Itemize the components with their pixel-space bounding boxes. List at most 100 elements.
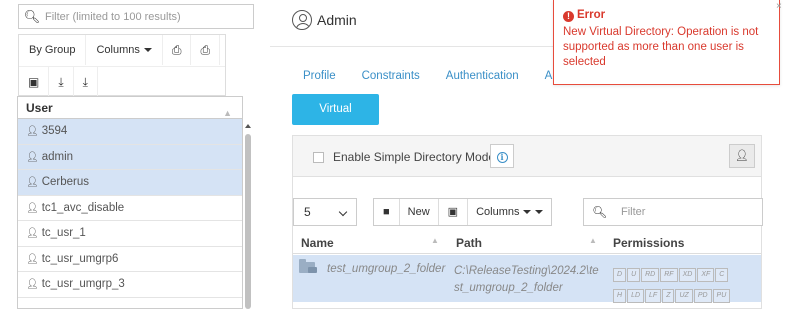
page-header: Admin — [292, 10, 357, 30]
sort-icon: ▲ — [223, 108, 232, 118]
perm-badge: LF — [645, 289, 662, 303]
tab-authentication[interactable]: Authentication — [446, 70, 519, 82]
page-size-value: 5 — [304, 205, 311, 219]
simple-mode-row: Enable Simple Directory Mode i 👤︎ — [293, 136, 761, 177]
new-button[interactable]: New — [400, 199, 439, 225]
user-row[interactable]: 👤︎ admin — [18, 144, 242, 170]
new-folder-icon[interactable]: ■ — [374, 199, 400, 225]
sort-icon[interactable]: ▲ — [431, 236, 439, 245]
export-icon[interactable]: ⎙ — [163, 35, 192, 65]
user-column-label: User — [26, 101, 53, 115]
user-list-scrollbar[interactable] — [244, 124, 252, 309]
columns-dropdown[interactable]: Columns — [86, 35, 163, 65]
perm-badge: H — [613, 289, 627, 303]
info-icon: i — [496, 152, 508, 163]
path-line-1: C:\ReleaseTesting\2024.2\te — [454, 265, 599, 277]
simple-mode-label: Enable Simple Directory Mode — [333, 150, 496, 164]
user-list: User ▲ 👤︎ 3594 👤︎ admin 👤︎ Cerberus 👤︎ tc1_a… — [17, 96, 243, 309]
info-button[interactable]: i — [490, 144, 514, 168]
perm-badge: PD — [693, 289, 712, 303]
perm-badge: PU — [712, 289, 731, 303]
user-filter-input[interactable]: 🔍︎ Filter (limited to 100 results) — [18, 4, 254, 29]
user-icon: 👤︎ — [26, 253, 39, 265]
user-label: tc1_avc_disable — [41, 201, 125, 214]
user-settings-button[interactable]: 👤︎ — [729, 144, 755, 168]
perm-badge: C — [715, 268, 729, 282]
perm-badge: LD — [627, 289, 645, 303]
user-filter-placeholder: Filter (limited to 100 results) — [45, 10, 181, 23]
close-icon[interactable]: × — [776, 1, 782, 12]
table-row[interactable]: test_umgroup_2_folder C:\ReleaseTesting\… — [293, 255, 761, 303]
detail-tabs: Profile Constraints Authentication A — [303, 70, 578, 82]
chevron-down-icon — [338, 207, 348, 217]
error-icon: ! — [563, 11, 574, 22]
user-label: tc_usr_umgrp_3 — [41, 278, 125, 290]
user-label: 3594 — [41, 125, 68, 137]
user-gear-icon: 👤︎ — [735, 150, 749, 162]
virtual-directories-panel: Enable Simple Directory Mode i 👤︎ 5 ■ Ne… — [292, 135, 763, 309]
column-header-permissions[interactable]: Permissions — [613, 236, 684, 250]
image-icon[interactable]: ▣ — [19, 66, 50, 97]
caret-down-icon — [535, 210, 544, 215]
perm-badge: XD — [678, 268, 697, 282]
table-header: Name ▲ Path ▲ Permissions — [293, 232, 761, 254]
scrollbar-thumb[interactable] — [245, 134, 251, 309]
user-avatar-icon — [292, 10, 312, 30]
vd-filter-placeholder: Filter — [621, 206, 646, 218]
tab-virtual-directories[interactable]: Virtual Directories — [292, 94, 379, 146]
perm-badge: D — [613, 268, 627, 282]
user-label: tc_usr_umgrp6 — [41, 252, 119, 265]
toast-title-text: Error — [577, 9, 606, 21]
user-row[interactable]: 👤︎ tc1_avc_disable — [18, 196, 242, 221]
download-icon[interactable]: ⤓ — [49, 66, 74, 97]
caret-down-icon — [523, 210, 532, 215]
user-panel: 🔍︎ Filter (limited to 100 results) By Gr… — [0, 0, 262, 309]
cell-path: C:\ReleaseTesting\2024.2\te st_umgroup_2… — [454, 263, 602, 297]
simple-mode-checkbox[interactable] — [313, 152, 324, 163]
column-header-path[interactable]: Path — [456, 236, 482, 250]
perm-badge: XF — [697, 268, 715, 282]
scroll-up-icon[interactable] — [245, 124, 251, 128]
user-toolbar: By Group Columns ⎙ ⎙ ▣ ⤓ ⤓ — [18, 34, 226, 97]
user-icon: 👤︎ — [26, 177, 39, 188]
path-line-2: st_umgroup_2_folder — [454, 282, 563, 294]
user-icon: 👤︎ — [26, 279, 39, 290]
by-group-button[interactable]: By Group — [19, 35, 87, 65]
image-icon[interactable]: ▣ — [439, 199, 469, 225]
user-column-header[interactable]: User ▲ — [18, 97, 242, 119]
user-row[interactable]: 👤︎ tc_usr_umgrp_3 — [18, 272, 242, 298]
columns-label: Columns — [476, 206, 520, 218]
cell-name: test_umgroup_2_folder — [327, 263, 446, 275]
download-all-icon[interactable]: ⤓ — [74, 66, 98, 97]
user-row[interactable]: 👤︎ Cerberus — [18, 170, 242, 196]
perm-badge: RF — [660, 268, 678, 282]
search-icon: 🔍︎ — [23, 8, 41, 24]
column-header-name[interactable]: Name — [301, 236, 334, 250]
tab-profile[interactable]: Profile — [303, 70, 336, 82]
columns-dropdown[interactable]: Columns — [468, 199, 551, 225]
user-label: admin — [41, 150, 74, 163]
folder-group-icon — [299, 259, 317, 273]
toast-title: ! Error — [563, 9, 767, 22]
print-icon[interactable]: ⎙ — [191, 35, 221, 65]
perm-badge: U — [627, 268, 641, 282]
error-toast[interactable]: ! Error New Virtual Directory: Operation … — [553, 0, 780, 85]
sort-icon[interactable]: ▲ — [589, 236, 597, 245]
page-title: Admin — [317, 12, 357, 28]
caret-down-icon — [143, 48, 152, 53]
user-row[interactable]: 👤︎ tc_usr_umgrp6 — [18, 247, 242, 272]
perm-badge: Z — [662, 289, 675, 303]
tab-truncated[interactable]: A — [545, 70, 553, 82]
user-label: Cerberus — [41, 176, 90, 188]
vd-filter-input[interactable]: 🔍︎ Filter — [583, 198, 763, 226]
page-size-select[interactable]: 5 — [293, 198, 357, 226]
tab-constraints[interactable]: Constraints — [362, 70, 420, 82]
user-row[interactable]: 👤︎ 3594 — [18, 119, 242, 145]
user-icon: 👤︎ — [26, 228, 39, 239]
perm-badge: RD — [641, 268, 660, 282]
search-icon: 🔍︎ — [592, 205, 608, 219]
table-controls: 5 ■ New ▣ Columns 🔍︎ Filter — [293, 198, 763, 226]
table-button-group: ■ New ▣ Columns — [373, 198, 553, 226]
perm-badge: UZ — [675, 289, 693, 303]
user-row[interactable]: 👤︎ tc_usr_1 — [18, 221, 242, 247]
